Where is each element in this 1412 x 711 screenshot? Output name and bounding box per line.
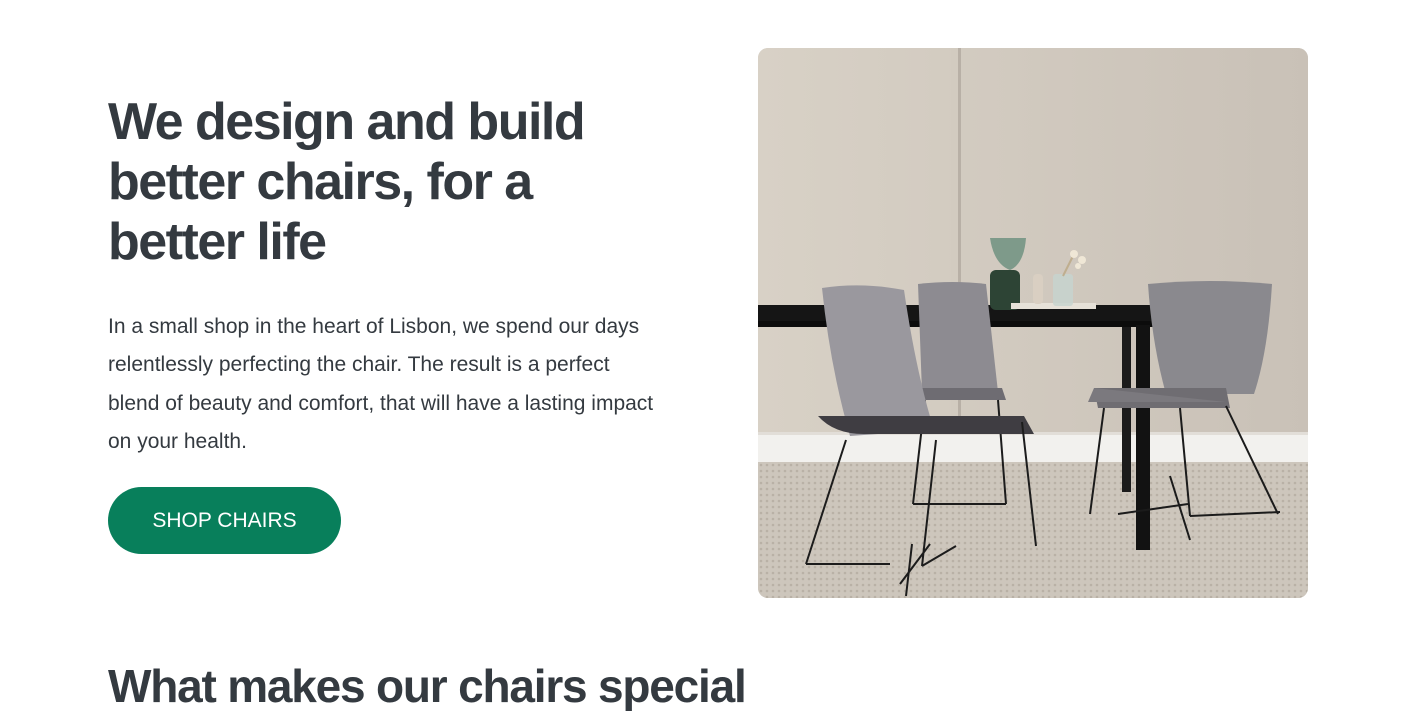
hero-title: We design and build better chairs, for a… bbox=[108, 93, 586, 271]
hero-description: In a small shop in the heart of Lisbon, … bbox=[108, 315, 654, 453]
hero-image bbox=[758, 48, 1308, 598]
features-section-title: What makes our chairs special bbox=[108, 660, 747, 711]
chairs-photo bbox=[758, 48, 1308, 598]
shop-chairs-button[interactable]: SHOP CHAIRS bbox=[108, 487, 341, 554]
hero-text: We design and build better chairs, for a… bbox=[108, 92, 668, 461]
